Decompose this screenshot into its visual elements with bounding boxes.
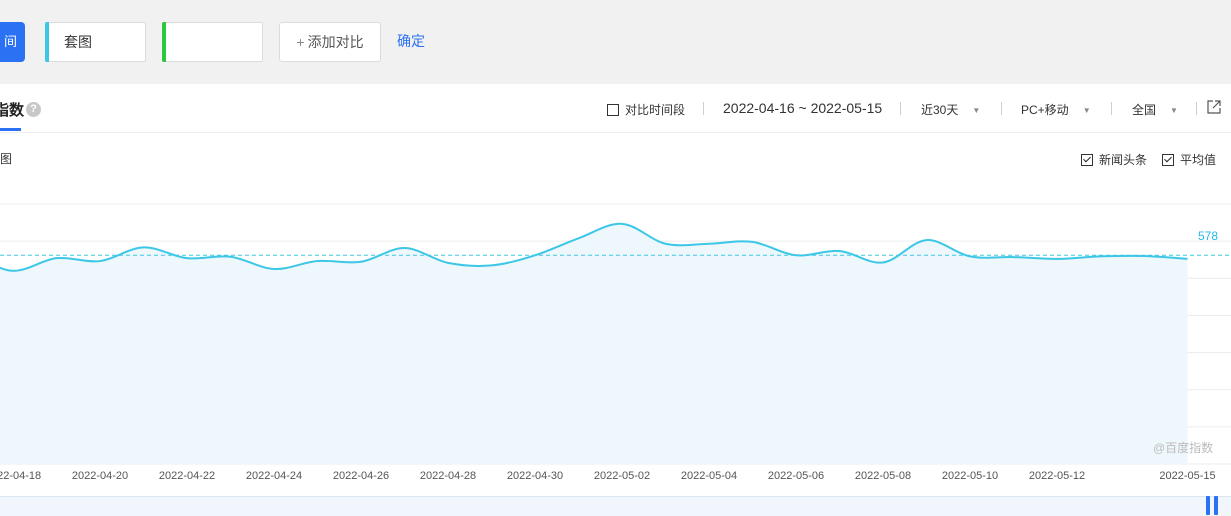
slider-handle-left[interactable] [1206,496,1210,515]
series-area [0,223,1188,464]
x-tick-label: 2022-05-02 [594,470,650,482]
x-tick-label: 2022-05-10 [942,470,998,482]
watermark: @百度指数 [1153,441,1214,455]
x-tick-label: 2022-05-15 [1159,470,1215,482]
x-tick-label: 2022-04-30 [507,470,563,482]
x-tick-label: 2022-04-28 [420,470,476,482]
x-tick-label: 2022-05-12 [1029,470,1085,482]
trend-chart[interactable]: 2022-04-18 2022-04-20 2022-04-22 2022-04-24… [0,0,1231,496]
x-tick-label: 2022-05-08 [855,470,911,482]
average-value-label: 578 [1198,229,1219,243]
range-slider[interactable] [0,496,1231,516]
x-tick-label: 2022-04-26 [333,470,389,482]
x-tick-label: 2022-05-06 [768,470,824,482]
x-tick-label: 2022-04-22 [159,470,215,482]
x-tick-label: 2022-04-18 [0,470,41,482]
x-axis-ticks: 2022-04-18 2022-04-20 2022-04-22 2022-04-24… [0,470,1216,482]
slider-handle-right[interactable] [1214,496,1218,515]
x-tick-label: 2022-04-20 [72,470,128,482]
x-tick-label: 2022-05-04 [681,470,737,482]
x-tick-label: 2022-04-24 [246,470,302,482]
